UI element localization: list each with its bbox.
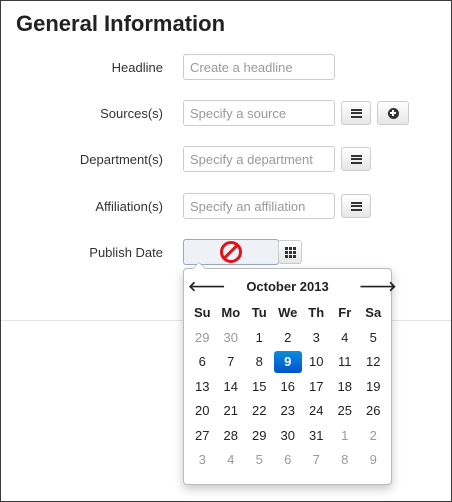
sources-input[interactable] xyxy=(183,100,335,126)
week-row: 27 28 29 30 31 1 2 xyxy=(188,424,388,449)
affiliation-input[interactable] xyxy=(183,193,335,219)
other-month-day-cell[interactable]: 4 xyxy=(217,449,246,471)
department-label: Department(s) xyxy=(79,152,163,167)
weekday-label: Th xyxy=(308,305,325,321)
day-cell[interactable]: 28 xyxy=(217,425,246,447)
section-divider xyxy=(1,320,183,321)
day-cell[interactable]: 1 xyxy=(245,327,274,349)
publish-date-label: Publish Date xyxy=(89,245,163,260)
day-cell[interactable]: 20 xyxy=(188,400,217,422)
day-cell[interactable]: 7 xyxy=(217,351,246,373)
day-cell[interactable]: 18 xyxy=(331,376,360,398)
weekday-label: Sa xyxy=(365,305,382,321)
department-input[interactable] xyxy=(183,146,335,172)
day-cell[interactable]: 19 xyxy=(359,376,388,398)
day-cell[interactable]: 13 xyxy=(188,376,217,398)
affiliation-list-button[interactable] xyxy=(341,194,371,218)
day-cell[interactable]: 17 xyxy=(302,376,331,398)
list-icon xyxy=(350,108,362,118)
datepicker-grid: Su Mo Tu We Th Fr Sa 29 30 1 2 3 4 5 6 7 8 9 10 11 12… xyxy=(188,301,388,473)
weekday-label: Su xyxy=(193,305,211,321)
list-icon xyxy=(350,154,362,164)
day-cell[interactable]: 3 xyxy=(302,327,331,349)
day-cell[interactable]: 21 xyxy=(217,400,246,422)
weekday-label: Mo xyxy=(221,305,241,321)
calendar-icon xyxy=(284,246,296,258)
headline-label: Headline xyxy=(111,60,163,75)
weekday-row: Su Mo Tu We Th Fr Sa xyxy=(188,301,388,326)
page-frame: General Information Headline Sources(s) … xyxy=(0,0,452,502)
week-row: 6 7 8 9 10 11 12 xyxy=(188,350,388,375)
other-month-day-cell[interactable]: 1 xyxy=(331,425,360,447)
other-month-day-cell[interactable]: 9 xyxy=(359,449,388,471)
day-cell[interactable]: 8 xyxy=(245,351,274,373)
sources-label: Sources(s) xyxy=(100,106,163,121)
department-list-button[interactable] xyxy=(341,147,371,171)
other-month-day-cell[interactable]: 5 xyxy=(245,449,274,471)
affiliation-label: Affiliation(s) xyxy=(95,199,163,214)
next-month-button[interactable]: 🡒 xyxy=(359,278,397,295)
other-month-day-cell[interactable]: 2 xyxy=(359,425,388,447)
day-cell[interactable]: 26 xyxy=(359,400,388,422)
headline-input[interactable] xyxy=(183,54,335,80)
add-source-button[interactable] xyxy=(377,101,409,125)
other-month-day-cell[interactable]: 7 xyxy=(302,449,331,471)
day-cell[interactable]: 6 xyxy=(188,351,217,373)
day-cell[interactable]: 23 xyxy=(274,400,303,422)
other-month-day-cell[interactable]: 8 xyxy=(331,449,360,471)
page-title: General Information xyxy=(16,11,226,36)
day-cell[interactable]: 11 xyxy=(331,351,360,373)
day-cell[interactable]: 16 xyxy=(274,376,303,398)
other-month-day-cell[interactable]: 30 xyxy=(217,327,246,349)
plus-circle-icon xyxy=(387,107,399,119)
day-cell[interactable]: 4 xyxy=(331,327,360,349)
other-month-day-cell[interactable]: 3 xyxy=(188,449,217,471)
day-cell[interactable]: 15 xyxy=(245,376,274,398)
day-cell[interactable]: 30 xyxy=(274,425,303,447)
day-cell[interactable]: 10 xyxy=(302,351,331,373)
calendar-button[interactable] xyxy=(278,240,302,264)
day-cell[interactable]: 31 xyxy=(302,425,331,447)
datepicker-header: 🡐 October 2013 🡒 xyxy=(188,275,397,297)
other-month-day-cell[interactable]: 6 xyxy=(274,449,303,471)
day-cell[interactable]: 22 xyxy=(245,400,274,422)
datepicker-popup: 🡐 October 2013 🡒 Su Mo Tu We Th Fr Sa 29… xyxy=(183,262,397,485)
month-label[interactable]: October 2013 xyxy=(216,279,359,294)
day-cell[interactable]: 2 xyxy=(274,327,303,349)
day-cell[interactable]: 27 xyxy=(188,425,217,447)
weekday-label: We xyxy=(278,305,298,321)
prev-month-button[interactable]: 🡐 xyxy=(188,278,226,295)
week-row: 29 30 1 2 3 4 5 xyxy=(188,326,388,351)
weekday-label: Fr xyxy=(338,305,352,321)
day-cell[interactable]: 14 xyxy=(217,376,246,398)
day-cell[interactable]: 29 xyxy=(245,425,274,447)
sources-list-button[interactable] xyxy=(341,101,371,125)
day-cell[interactable]: 24 xyxy=(302,400,331,422)
other-month-day-cell[interactable]: 29 xyxy=(188,327,217,349)
list-icon xyxy=(350,201,362,211)
week-row: 20 21 22 23 24 25 26 xyxy=(188,399,388,424)
day-cell[interactable]: 25 xyxy=(331,400,360,422)
not-allowed-icon xyxy=(220,241,242,263)
weekday-label: Tu xyxy=(251,305,267,321)
week-row: 13 14 15 16 17 18 19 xyxy=(188,375,388,400)
selected-day-cell[interactable]: 9 xyxy=(273,351,302,374)
day-cell[interactable]: 5 xyxy=(359,327,388,349)
week-row: 3456789 xyxy=(188,448,388,473)
day-cell[interactable]: 12 xyxy=(359,351,388,373)
